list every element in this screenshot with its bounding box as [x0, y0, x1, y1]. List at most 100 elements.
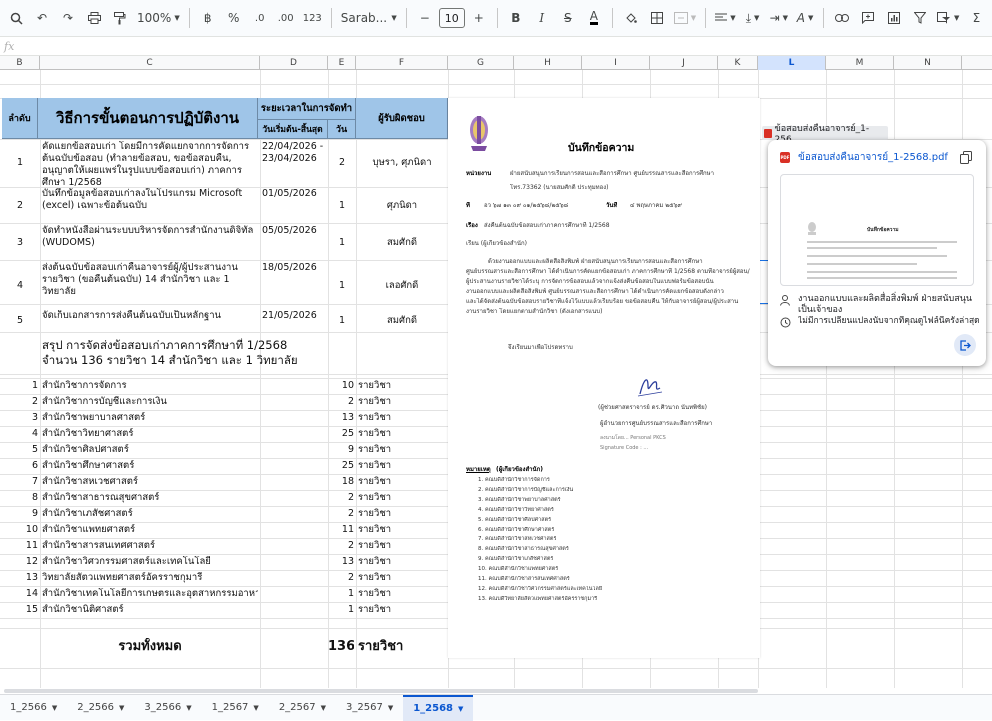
file-chip[interactable]: ข้อสอบส่งคืนอาจารย์_1-256...	[762, 124, 888, 145]
functions-button[interactable]: Σ	[964, 4, 988, 32]
column-header-F[interactable]: F	[356, 56, 448, 70]
school-name: สำนักวิชาสาธารณสุขศาสตร์	[42, 492, 160, 503]
chevron-down-icon: ▼	[253, 703, 259, 712]
insert-chart-icon[interactable]	[882, 4, 906, 32]
text-rotation-icon[interactable]: A ▼	[793, 4, 817, 32]
column-header-H[interactable]: H	[514, 56, 582, 70]
school-count: 18	[341, 476, 354, 487]
step-owner: สมศักดิ์	[386, 315, 417, 326]
school-unit: รายวิชา	[358, 540, 392, 551]
print-icon[interactable]	[82, 4, 106, 32]
filter-icon[interactable]	[908, 4, 932, 32]
column-header-L[interactable]: L	[758, 56, 826, 70]
decrease-decimal-button[interactable]: .0	[248, 4, 272, 32]
column-header-K[interactable]: K	[718, 56, 758, 70]
chevron-down-icon: ▼	[51, 703, 58, 712]
pdf-thumbnail[interactable]: บันทึกข้อความ	[780, 174, 974, 286]
memo-title: บันทึกข้อความ	[568, 142, 635, 154]
step-owner: เลอศักดิ์	[385, 280, 419, 291]
font-size-decrease-button[interactable]: −	[413, 4, 437, 32]
vertical-align-icon[interactable]: ⤓ ▼	[741, 4, 765, 32]
step-dates: 21/05/2026	[262, 310, 317, 321]
school-name: สำนักวิชาสารสนเทศศาสตร์	[42, 540, 155, 551]
column-header-J[interactable]: J	[650, 56, 718, 70]
step-text: ส่งต้นฉบับข้อสอบเก่าคืนอาจารย์ผู้/ผู้ประ…	[42, 262, 238, 297]
undo-icon[interactable]: ↶	[30, 4, 54, 32]
sheet-tab-3_2566[interactable]: 3_2566 ▼	[134, 695, 201, 721]
school-number: 4	[31, 428, 38, 439]
school-name: สำนักวิชาแพทยศาสตร์	[42, 524, 136, 535]
memo-date: ๔ พฤษภาคม ๒๕๖๙	[630, 202, 682, 209]
column-header-N[interactable]: N	[894, 56, 962, 70]
memo-note-label: หมายเหตุ	[466, 466, 491, 473]
total-unit: รายวิชา	[358, 639, 404, 654]
strikethrough-icon[interactable]: S	[556, 4, 580, 32]
sheet-tab-label: 2_2566	[77, 702, 115, 713]
sheet-tab-3_2567[interactable]: 3_2567 ▼	[336, 695, 403, 721]
popup-file-name[interactable]: ข้อสอบส่งคืนอาจารย์_1-2568.pdf	[798, 151, 958, 164]
sheet-tab-2_2567[interactable]: 2_2567 ▼	[269, 695, 336, 721]
column-headers: B C D E F G H I J K L M N	[0, 56, 992, 70]
column-header-I[interactable]: I	[582, 56, 650, 70]
insert-comment-icon[interactable]	[856, 4, 880, 32]
italic-button[interactable]: I	[530, 4, 554, 32]
borders-icon[interactable]	[645, 4, 669, 32]
memo-no-label: ที่	[466, 202, 470, 209]
font-size-increase-button[interactable]: +	[467, 4, 491, 32]
header-order: ลำดับ	[2, 98, 38, 139]
school-unit: รายวิชา	[358, 572, 392, 583]
bold-button[interactable]: B	[504, 4, 528, 32]
sheet-tab-2_2566[interactable]: 2_2566 ▼	[67, 695, 134, 721]
step-number: 4	[16, 280, 24, 291]
school-number: 2	[31, 396, 38, 407]
sheet-tab-1_2566[interactable]: 1_2566 ▼	[0, 695, 67, 721]
memo-note-item: 7. คณบดีสำนักวิชาสหเวชศาสตร์	[478, 536, 557, 543]
search-menus-icon[interactable]	[4, 4, 28, 32]
step-days: 1	[338, 200, 346, 211]
font-select[interactable]: Sarab... ▼	[338, 4, 400, 32]
column-header-G[interactable]: G	[448, 56, 514, 70]
header-procedure: วิธีการขั้นตอนการปฏิบัติงาน	[38, 98, 258, 139]
school-number: 9	[31, 508, 38, 519]
column-header-E[interactable]: E	[328, 56, 356, 70]
zoom-select[interactable]: 100% ▼	[134, 4, 183, 32]
university-seal-icon	[470, 116, 488, 151]
step-days: 1	[338, 280, 346, 291]
file-preview-popup: PDF ข้อสอบส่งคืนอาจารย์_1-2568.pdf บันทึ…	[768, 140, 986, 366]
redo-icon[interactable]: ↷	[56, 4, 80, 32]
school-number: 10	[25, 524, 38, 535]
paint-format-icon[interactable]	[108, 4, 132, 32]
history-icon	[780, 317, 791, 328]
column-header-M[interactable]: M	[826, 56, 894, 70]
horizontal-align-icon[interactable]: ▼	[712, 4, 738, 32]
filter-views-icon[interactable]: ▼	[934, 4, 962, 32]
column-header-B[interactable]: B	[0, 56, 40, 70]
formula-bar[interactable]: fx	[0, 36, 992, 56]
percent-format-button[interactable]: %	[222, 4, 246, 32]
font-size-input[interactable]: 10	[438, 8, 465, 28]
fx-icon: fx	[4, 39, 15, 53]
increase-decimal-button[interactable]: .00	[274, 4, 298, 32]
school-count: 1	[347, 604, 354, 615]
sheet-tab-label: 1_2567	[211, 702, 249, 713]
number-format-button[interactable]: 123	[300, 4, 325, 32]
open-file-button[interactable]	[954, 334, 976, 356]
currency-format-button[interactable]: ฿	[196, 4, 220, 32]
merge-cells-icon[interactable]: ▼	[671, 4, 699, 32]
memo-document-image[interactable]: บันทึกข้อความ หน่วยงาน ฝ่ายสนับสนุนการเร…	[448, 98, 760, 658]
school-unit: รายวิชา	[358, 412, 392, 423]
school-count: 1	[347, 588, 354, 599]
memo-note-item: 8. คณบดีสำนักวิชาสาธารณสุขศาสตร์	[478, 546, 569, 553]
step-days: 1	[338, 315, 346, 326]
sheet-tab-1_2567[interactable]: 1_2567 ▼	[202, 695, 269, 721]
text-color-icon[interactable]: A	[582, 4, 606, 32]
total-value: 136	[328, 639, 354, 654]
school-unit: รายวิชา	[358, 444, 392, 455]
column-header-C[interactable]: C	[40, 56, 260, 70]
copy-icon[interactable]	[960, 151, 972, 164]
fill-color-icon[interactable]	[619, 4, 643, 32]
sheet-tab-1_2568[interactable]: 1_2568 ▼	[403, 694, 474, 721]
text-wrap-icon[interactable]: ⇥ ▼	[767, 4, 791, 32]
insert-link-icon[interactable]	[830, 4, 854, 32]
column-header-D[interactable]: D	[260, 56, 328, 70]
